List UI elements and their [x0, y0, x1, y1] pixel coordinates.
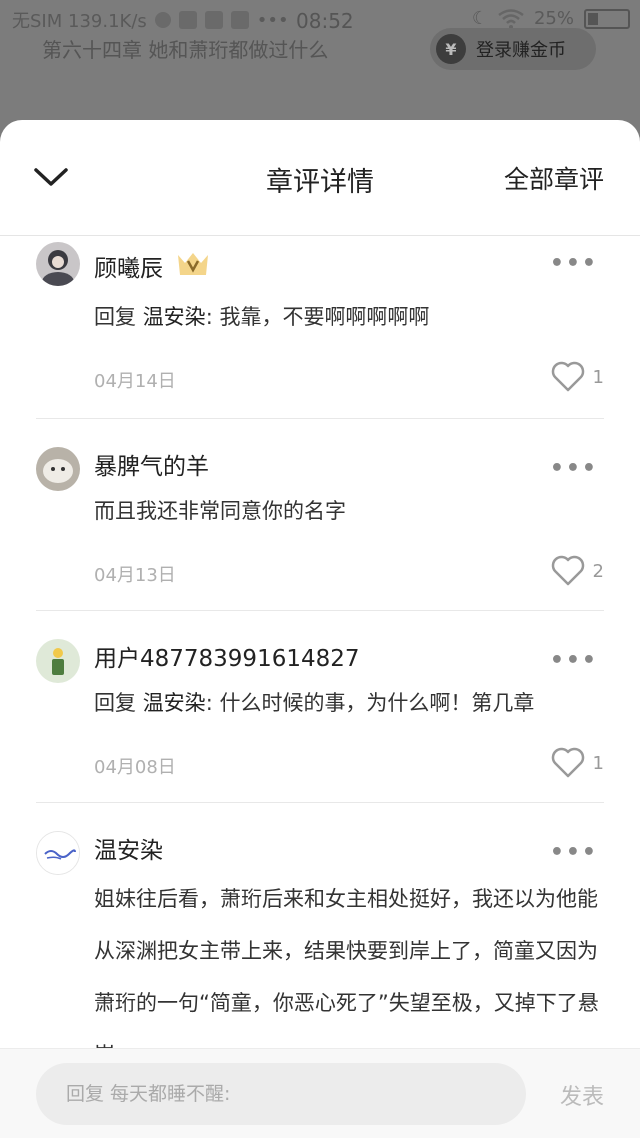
- more-options-icon[interactable]: •••: [550, 456, 598, 481]
- carrier-text: 无SIM 139.1K/s: [12, 11, 147, 32]
- more-options-icon[interactable]: •••: [550, 648, 598, 673]
- comment-item: 用户487783991614827 ••• 回复 温安染: 什么时候的事，为什么…: [36, 611, 604, 803]
- all-comments-link[interactable]: 全部章评: [504, 160, 604, 196]
- clock: 08:52: [296, 9, 354, 33]
- wifi-icon: [498, 8, 524, 29]
- heart-icon: [551, 555, 584, 586]
- comment-date: 04月13日: [94, 565, 176, 586]
- battery-percent: 25%: [533, 8, 574, 29]
- send-button[interactable]: 发表: [560, 1079, 604, 1111]
- comment-text: 回复 温安染: 什么时候的事，为什么啊！第几章: [94, 681, 604, 726]
- comment-body: : 什么时候的事，为什么啊！第几章: [205, 691, 535, 715]
- comment-item: 温安染 ••• 姐妹往后看，萧珩后来和女主相处挺好，我还以为他能从深渊把女主带上…: [36, 803, 604, 1067]
- comment-username[interactable]: 顾曦辰: [94, 249, 163, 283]
- volume-icon: [204, 11, 223, 29]
- comment-date: 04月08日: [94, 757, 176, 778]
- more-options-icon[interactable]: •••: [550, 840, 598, 865]
- comment-username[interactable]: 用户487783991614827: [94, 639, 360, 673]
- reply-to-name[interactable]: 温安染: [143, 691, 206, 715]
- like-button[interactable]: 2: [551, 555, 604, 587]
- reply-bar: 发表: [0, 1048, 640, 1138]
- avatar[interactable]: [36, 831, 80, 875]
- comment-text: 回复 温安染: 我靠，不要啊啊啊啊啊: [94, 295, 604, 340]
- comment-body: : 我靠，不要啊啊啊啊啊: [205, 305, 430, 329]
- comment-username[interactable]: 暴脾气的羊: [94, 447, 209, 481]
- app-icon: [154, 12, 171, 28]
- comment-date: 04月14日: [94, 371, 176, 392]
- like-button[interactable]: 1: [551, 747, 604, 779]
- login-earn-coins-label: 登录赚金币: [476, 40, 566, 61]
- like-count: 1: [592, 366, 604, 388]
- reply-to-name[interactable]: 温安染: [143, 305, 206, 329]
- battery-icon: [584, 8, 630, 29]
- more-options-icon[interactable]: •••: [550, 251, 598, 276]
- avatar[interactable]: [36, 242, 80, 286]
- wechat-icon: [230, 11, 249, 29]
- more-notifications-icon: •••: [256, 9, 289, 31]
- yen-coin-icon: ¥: [436, 34, 466, 64]
- comment-body: 而且我还非常同意你的名字: [94, 499, 346, 523]
- sheet-header: 章评详情 全部章评: [0, 120, 640, 236]
- comment-text: 而且我还非常同意你的名字: [94, 489, 604, 534]
- like-button[interactable]: 1: [551, 361, 604, 393]
- like-count: 1: [592, 752, 604, 774]
- background-chapter-title: 第六十四章 她和萧珩都做过什么: [42, 38, 329, 62]
- like-count: 2: [592, 560, 604, 582]
- reply-input[interactable]: [36, 1063, 526, 1125]
- comment-username[interactable]: 温安染: [94, 831, 163, 865]
- avatar[interactable]: [36, 447, 80, 491]
- comment-body: 姐妹往后看，萧珩后来和女主相处挺好，我还以为他能从深渊把女主带上来，结果快要到岸…: [94, 887, 599, 1067]
- status-left: 无SIM 139.1K/s •••: [12, 7, 289, 33]
- comment-detail-sheet: 章评详情 全部章评 顾曦辰 ••• 回复 温安染: 我靠，不要啊啊啊啊啊 04月…: [0, 120, 640, 1138]
- login-earn-coins-button[interactable]: ¥ 登录赚金币: [430, 28, 596, 70]
- comment-item: 暴脾气的羊 ••• 而且我还非常同意你的名字 04月13日 2: [36, 419, 604, 611]
- crown-vip-icon: [178, 253, 208, 275]
- heart-icon: [551, 361, 584, 392]
- status-right: ☾ 25%: [472, 8, 630, 29]
- moon-icon: ☾: [471, 8, 488, 29]
- heart-icon: [551, 747, 584, 778]
- mail-icon: [178, 11, 197, 29]
- reply-prefix: 回复: [94, 305, 136, 329]
- avatar[interactable]: [36, 639, 80, 683]
- comment-list: 顾曦辰 ••• 回复 温安染: 我靠，不要啊啊啊啊啊 04月14日 1 暴脾气的…: [0, 237, 640, 1067]
- reply-prefix: 回复: [94, 691, 136, 715]
- comment-item: 顾曦辰 ••• 回复 温安染: 我靠，不要啊啊啊啊啊 04月14日 1: [36, 237, 604, 419]
